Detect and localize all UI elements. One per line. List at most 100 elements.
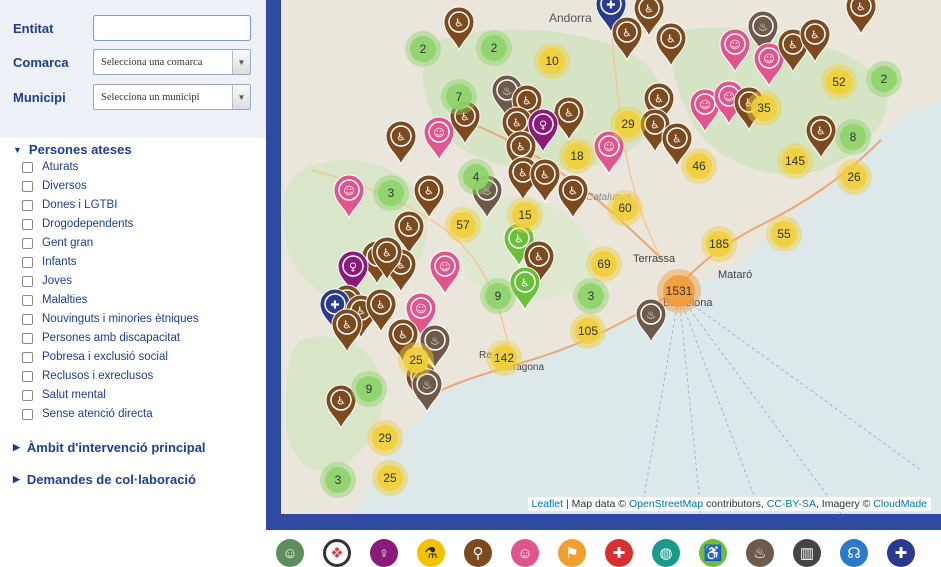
checkbox-row[interactable]: Salut mental [22, 387, 106, 403]
cluster-marker[interactable]: 9 [480, 278, 516, 314]
sense-atencio-icon[interactable]: ✚ [887, 539, 915, 567]
cluster-marker[interactable]: 35 [746, 90, 782, 126]
cluster-marker[interactable]: 2 [405, 31, 441, 67]
cluster-count: 8 [850, 130, 857, 144]
checkbox-row[interactable]: Sense atenció directa [22, 406, 153, 422]
cluster-marker[interactable]: 3 [320, 462, 356, 498]
checkbox-row[interactable]: Aturats [22, 159, 78, 175]
joves-icon[interactable]: ⚑ [558, 539, 586, 567]
checkbox[interactable] [22, 199, 33, 211]
checkbox-row[interactable]: Nouvinguts i minories ètniques [22, 311, 199, 327]
cluster-marker[interactable]: 55 [766, 216, 802, 252]
chevron-down-icon[interactable]: ▼ [232, 50, 250, 74]
cluster-marker[interactable]: 105 [570, 313, 606, 349]
checkbox-row[interactable]: Gent gran [22, 235, 93, 251]
leaflet-link[interactable]: Leaflet [532, 498, 564, 510]
diversos-icon[interactable]: ❖ [323, 539, 351, 567]
malalties-icon[interactable]: ✚ [605, 539, 633, 567]
cluster-marker[interactable]: 52 [821, 64, 857, 100]
municipi-select[interactable]: Selecciona un municipi ▼ [93, 84, 251, 110]
cluster-marker[interactable]: 29 [367, 420, 403, 456]
cluster-marker[interactable]: 9 [351, 371, 387, 407]
nouvinguts-icon[interactable]: ◍ [652, 539, 680, 567]
reclusos-icon[interactable]: ▥ [793, 539, 821, 567]
checkbox-row[interactable]: Joves [22, 273, 72, 289]
cluster-marker[interactable]: 29 [610, 106, 646, 142]
cluster-marker[interactable]: 2 [476, 30, 512, 66]
place-label-mataro: Mataró [718, 269, 752, 281]
map-canvas[interactable]: Andorra Terrassa Mataró Barcelona Tarrag… [281, 0, 941, 514]
comarca-select-value: Selecciona una comarca [101, 56, 203, 68]
checkbox[interactable] [22, 351, 33, 363]
cluster-marker[interactable]: 142 [486, 340, 522, 376]
svg-text:☺: ☺ [433, 127, 444, 140]
chevron-down-icon[interactable]: ▼ [232, 85, 250, 109]
persones-ateses-toggle[interactable]: ▼ Persones ateses [13, 142, 132, 157]
cluster-count: 185 [709, 237, 729, 251]
cluster-marker[interactable]: 8 [835, 119, 871, 155]
gent-gran-icon[interactable]: ⚲ [464, 539, 492, 567]
cluster-marker[interactable]: 60 [607, 190, 643, 226]
cluster-marker[interactable]: 10 [534, 43, 570, 79]
cluster-marker[interactable]: 7 [441, 79, 477, 115]
salut-mental-icon[interactable]: ☊ [840, 539, 868, 567]
checkbox-row[interactable]: Diversos [22, 178, 87, 194]
cluster-marker[interactable]: 18 [559, 138, 595, 174]
comarca-select[interactable]: Selecciona una comarca ▼ [93, 49, 251, 75]
checkbox-row[interactable]: Malalties [22, 292, 87, 308]
checkbox[interactable] [22, 218, 33, 230]
pobresa-map-marker[interactable]: ♨ [635, 298, 667, 344]
checkbox-row[interactable]: Infants [22, 254, 77, 270]
cluster-marker[interactable]: 46 [681, 148, 717, 184]
checkbox[interactable] [22, 389, 33, 401]
checkbox[interactable] [22, 370, 33, 382]
checkbox[interactable] [22, 332, 33, 344]
checkbox-label: Infants [42, 256, 77, 268]
cluster-marker[interactable]: 2 [866, 61, 902, 97]
checkbox-row[interactable]: Reclusos i exreclusos [22, 368, 153, 384]
checkbox[interactable] [22, 313, 33, 325]
cluster-marker[interactable]: 25 [398, 342, 434, 378]
cluster-marker[interactable]: 145 [777, 143, 813, 179]
cluster-marker[interactable]: 3 [573, 278, 609, 314]
cluster-marker[interactable]: 1531 [657, 269, 701, 313]
cluster-marker[interactable]: 25 [372, 460, 408, 496]
cluster-marker[interactable]: 3 [373, 175, 409, 211]
aturats-icon[interactable]: ☺ [276, 539, 304, 567]
entitat-row: Entitat [13, 15, 251, 41]
checkbox-label: Joves [42, 275, 73, 287]
cluster-marker[interactable]: 4 [458, 159, 494, 195]
pobresa-icon[interactable]: ♨ [746, 539, 774, 567]
triangle-down-icon: ▼ [13, 144, 22, 155]
checkbox-row[interactable]: Pobresa i exclusió social [22, 349, 168, 365]
cluster-marker[interactable]: 15 [507, 197, 543, 233]
checkbox[interactable] [22, 180, 33, 192]
checkbox-row[interactable]: Dones i LGTBI [22, 197, 117, 213]
discapacitat-icon[interactable]: ♿ [699, 539, 727, 567]
svg-text:♿: ♿ [568, 185, 578, 198]
checkbox[interactable] [22, 256, 33, 268]
checkbox-row[interactable]: Persones amb discapacitat [22, 330, 180, 346]
checkbox[interactable] [22, 294, 33, 306]
entitat-input[interactable] [93, 15, 251, 41]
map[interactable]: Andorra Terrassa Mataró Barcelona Tarrag… [281, 0, 941, 514]
cluster-count: 69 [597, 257, 611, 271]
infants-icon[interactable]: ☺ [511, 539, 539, 567]
checkbox[interactable] [22, 408, 33, 420]
cluster-marker[interactable]: 26 [836, 159, 872, 195]
cluster-marker[interactable]: 69 [586, 246, 622, 282]
drogodependents-icon[interactable]: ⚗ [417, 539, 445, 567]
demandes-toggle[interactable]: ▶ Demandes de col·laboració [13, 472, 196, 487]
ambit-toggle[interactable]: ▶ Àmbit d'intervenció principal [13, 440, 206, 455]
license-link[interactable]: CC-BY-SA [767, 498, 816, 510]
checkbox[interactable] [22, 275, 33, 287]
cluster-marker[interactable]: 57 [445, 207, 481, 243]
dones-icon[interactable]: ♀ [370, 539, 398, 567]
checkbox[interactable] [22, 237, 33, 249]
checkbox[interactable] [22, 161, 33, 173]
checkbox-row[interactable]: Drogodependents [22, 216, 133, 232]
cloudmade-link[interactable]: CloudMade [873, 498, 927, 510]
svg-text:♿: ♿ [398, 329, 408, 342]
cluster-marker[interactable]: 185 [701, 226, 737, 262]
osm-link[interactable]: OpenStreetMap [629, 498, 703, 510]
